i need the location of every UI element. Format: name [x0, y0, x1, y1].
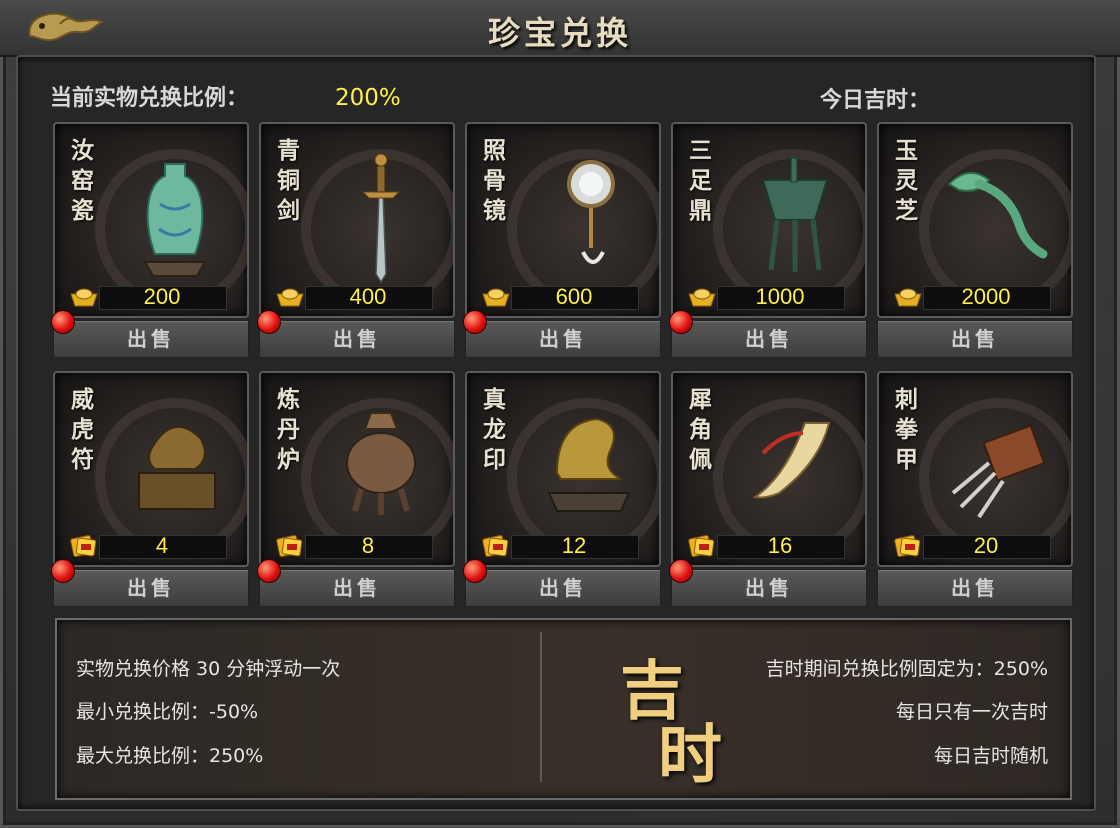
item-price: 16: [767, 533, 793, 558]
sell-button[interactable]: 出售: [53, 320, 249, 358]
exchange-window: 珍宝兑换 当前实物兑换比例： 200% 今日吉时： 汝窑瓷 200 出售 青铜剑: [0, 0, 1120, 828]
sell-button[interactable]: 出售: [877, 320, 1073, 358]
item-price: 200: [143, 284, 181, 309]
info-lucky-once-daily: 每日只有一次吉时: [895, 701, 1048, 723]
item-price: 12: [561, 533, 587, 558]
notification-dot: [463, 310, 487, 334]
item-name: 犀角佩: [689, 386, 712, 473]
window-title: 珍宝兑换: [487, 14, 632, 52]
info-divider: [540, 632, 542, 782]
gold-ingot-icon: [894, 288, 922, 307]
sell-button[interactable]: 出售: [465, 320, 661, 358]
lucky-time-char-shi: 时: [658, 718, 722, 793]
gold-ingot-icon: [276, 288, 304, 307]
gold-ticket-icon: [70, 534, 97, 558]
item-card: 照骨镜 600 出售: [463, 122, 661, 362]
notification-dot: [669, 310, 693, 334]
sell-button[interactable]: 出售: [465, 569, 661, 607]
tiger-tally-icon: [138, 426, 216, 510]
title-bar: 珍宝兑换: [0, 0, 1120, 57]
sell-button[interactable]: 出售: [671, 320, 867, 358]
tripod-cauldron-icon: [761, 157, 829, 272]
item-name: 汝窑瓷: [71, 137, 94, 224]
sell-button[interactable]: 出售: [259, 569, 455, 607]
item-card: 威虎符 4 出售: [51, 371, 249, 611]
item-card: 玉灵芝 2000 出售: [877, 122, 1073, 362]
notification-dot: [463, 559, 487, 583]
sell-button[interactable]: 出售: [53, 569, 249, 607]
info-lucky-fixed-rate: 吉时期间兑换比例固定为：250%: [765, 658, 1048, 680]
bone-mirror-icon: [567, 160, 615, 264]
item-card: 汝窑瓷 200 出售: [51, 122, 249, 362]
jade-lingzhi-icon: [947, 172, 1048, 259]
notification-dot: [51, 559, 75, 583]
claw-gauntlet-icon: [951, 424, 1046, 519]
lucky-time-label: 今日吉时：: [820, 88, 931, 113]
gold-ticket-icon: [688, 534, 715, 558]
item-card: 三足鼎 1000 出售: [669, 122, 867, 362]
info-rule-fluctuation: 实物兑换价格 30 分钟浮动一次: [76, 658, 341, 680]
item-name: 玉灵芝: [895, 137, 918, 224]
notification-dot: [257, 310, 281, 334]
gold-ingot-icon: [688, 288, 716, 307]
gold-ticket-icon: [894, 534, 921, 558]
dragon-seal-icon: [547, 417, 631, 512]
item-price: 2000: [961, 284, 1011, 309]
item-card: 炼丹炉 8 出售: [257, 371, 455, 611]
info-rule-max-rate: 最大兑换比例：250%: [76, 745, 264, 767]
item-name: 炼丹炉: [277, 386, 300, 473]
item-price: 20: [973, 533, 999, 558]
info-lucky-random: 每日吉时随机: [933, 745, 1048, 767]
notification-dot: [257, 559, 281, 583]
item-price: 8: [361, 533, 375, 558]
exchange-rate-label: 当前实物兑换比例：: [50, 86, 249, 111]
item-card: 犀角佩 16 出售: [669, 371, 867, 611]
sell-button[interactable]: 出售: [671, 569, 867, 607]
rhino-horn-icon: [752, 422, 831, 499]
item-name: 青铜剑: [277, 137, 300, 224]
notification-dot: [51, 310, 75, 334]
item-price: 1000: [755, 284, 805, 309]
item-name: 三足鼎: [689, 137, 712, 224]
sell-button[interactable]: 出售: [259, 320, 455, 358]
exchange-rate-value: 200%: [335, 85, 401, 111]
info-rule-min-rate: 最小兑换比例：-50%: [76, 701, 259, 723]
item-price: 400: [349, 284, 387, 309]
item-card: 刺拳甲 20 出售: [877, 371, 1073, 611]
item-name: 照骨镜: [483, 137, 506, 224]
item-price: 4: [155, 533, 169, 558]
gold-ticket-icon: [276, 534, 303, 558]
item-card: 真龙印 12 出售: [463, 371, 661, 611]
bronze-sword-icon: [361, 153, 401, 284]
item-name: 刺拳甲: [895, 386, 918, 473]
item-name: 威虎符: [71, 386, 94, 473]
alchemy-furnace-icon: [346, 412, 416, 515]
gold-ticket-icon: [482, 534, 509, 558]
notification-dot: [669, 559, 693, 583]
item-name: 真龙印: [483, 386, 506, 473]
sell-button[interactable]: 出售: [877, 569, 1073, 607]
gold-ingot-icon: [482, 288, 510, 307]
porcelain-vase-icon: [143, 163, 207, 277]
item-price: 600: [555, 284, 593, 309]
item-card: 青铜剑 400 出售: [257, 122, 455, 362]
gold-ingot-icon: [70, 288, 98, 307]
